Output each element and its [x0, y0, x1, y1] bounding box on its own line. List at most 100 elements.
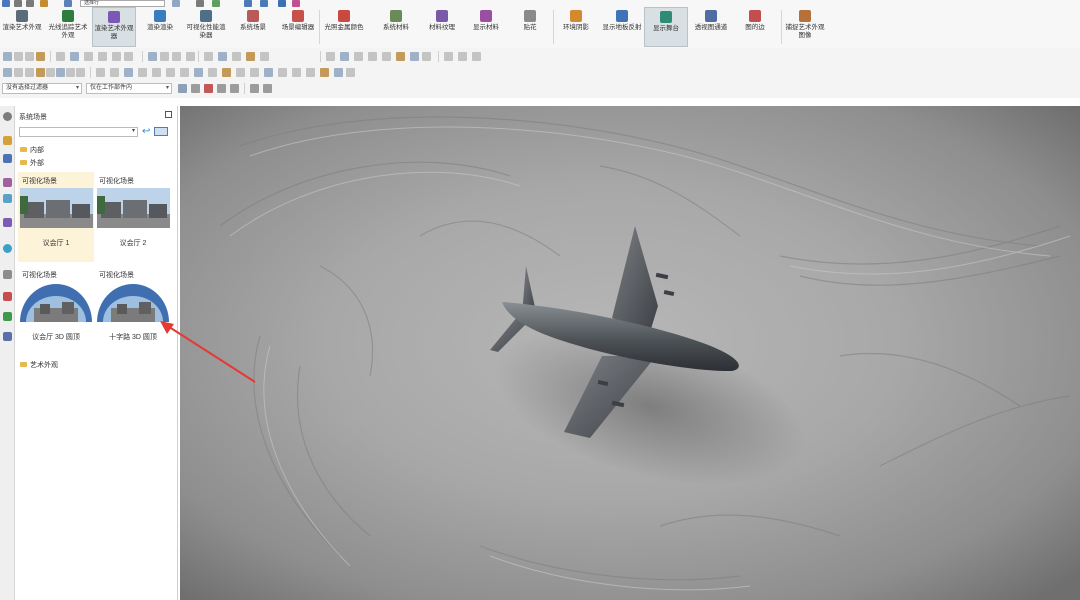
ribbon-button-7[interactable]: 光照金属颜色: [322, 7, 366, 47]
toolbar-tool-icon[interactable]: [410, 52, 419, 61]
toolbar-tool-icon[interactable]: [36, 52, 45, 61]
save-icon[interactable]: [2, 0, 10, 7]
ribbon-button-5[interactable]: 系统场景: [231, 7, 275, 47]
toolbar-tool-icon[interactable]: [56, 52, 65, 61]
toolbar-tool-icon[interactable]: [25, 52, 34, 61]
ribbon-button-8[interactable]: 系统材料: [374, 7, 418, 47]
toolbar-tool-icon[interactable]: [3, 68, 12, 77]
roles-icon[interactable]: [3, 312, 12, 321]
web-browser-icon[interactable]: [3, 244, 12, 253]
select-all-icon[interactable]: [191, 84, 200, 93]
toolbar-tool-icon[interactable]: [36, 68, 45, 77]
ribbon-button-17[interactable]: 捕捉艺术外观图像: [783, 7, 827, 47]
ribbon-button-16[interactable]: 图的边: [733, 7, 777, 47]
toolbar-tool-icon[interactable]: [422, 52, 431, 61]
command-search-field[interactable]: 选择行: [80, 0, 165, 7]
library-icon[interactable]: [3, 218, 12, 227]
toolbar-tool-icon[interactable]: [232, 52, 241, 61]
toolbar-tool-icon[interactable]: [218, 52, 227, 61]
folder-icon[interactable]: [40, 0, 48, 7]
toolbar-tool-icon[interactable]: [260, 52, 269, 61]
ribbon-button-11[interactable]: 贴花: [508, 7, 552, 47]
part-navigator-icon[interactable]: [3, 136, 12, 145]
tree-item-art[interactable]: 艺术外观: [20, 360, 58, 370]
toolbar-tool-icon[interactable]: [160, 52, 169, 61]
toolbar-tool-icon[interactable]: [340, 52, 349, 61]
toolbar-tool-icon[interactable]: [208, 68, 217, 77]
settings-icon[interactable]: [3, 112, 12, 121]
ribbon-button-12[interactable]: 环境阴影: [554, 7, 598, 47]
toolbar-tool-icon[interactable]: [382, 52, 391, 61]
scene-card[interactable]: 可视化场景 议会厅 1: [18, 172, 94, 262]
toolbar-tool-icon[interactable]: [292, 68, 301, 77]
palette-icon[interactable]: [3, 332, 12, 341]
layout-icon[interactable]: [260, 0, 268, 7]
toolbar-tool-icon[interactable]: [152, 68, 161, 77]
toolbar-tool-icon[interactable]: [354, 52, 363, 61]
toolbar-tool-icon[interactable]: [112, 52, 121, 61]
toolbar-tool-icon[interactable]: [264, 68, 273, 77]
grid-icon[interactable]: [172, 0, 180, 7]
selection-filter-dropdown[interactable]: 没有选择过滤器 ▾: [2, 83, 82, 94]
toolbar-tool-icon[interactable]: [25, 68, 34, 77]
globe-icon[interactable]: [212, 0, 220, 7]
toolbar-tool-icon[interactable]: [148, 52, 157, 61]
toolbar-tool-icon[interactable]: [444, 52, 453, 61]
undo-icon[interactable]: [14, 0, 22, 7]
panel-maximize-icon[interactable]: [165, 111, 172, 118]
toolbar-tool-icon[interactable]: [138, 68, 147, 77]
ribbon-button-13[interactable]: 显示地板反射: [600, 7, 644, 47]
ribbon-button-10[interactable]: 显示材料: [464, 7, 508, 47]
toolbar-tool-icon[interactable]: [172, 52, 181, 61]
process-icon[interactable]: [3, 270, 12, 279]
toolbar-tool-icon[interactable]: [110, 68, 119, 77]
ribbon-button-3[interactable]: 渲染渲染: [138, 7, 182, 47]
scene-card[interactable]: 可视化场景 议会厅 3D 圆顶: [18, 266, 94, 356]
display-icon[interactable]: [244, 0, 252, 7]
ribbon-button-9[interactable]: 材料纹理: [420, 7, 464, 47]
toolbar-tool-icon[interactable]: [306, 68, 315, 77]
scene-card[interactable]: 可视化场景 十字路 3D 圆顶: [95, 266, 171, 356]
back-arrow-icon[interactable]: ↩: [142, 126, 150, 137]
ribbon-button-4[interactable]: 可视化性能渲染器: [184, 7, 228, 47]
toolbar-tool-icon[interactable]: [96, 68, 105, 77]
toolbar-tool-icon[interactable]: [186, 52, 195, 61]
assembly-navigator-icon[interactable]: [3, 154, 12, 163]
toolbar-tool-icon[interactable]: [326, 52, 335, 61]
toolbar-tool-icon[interactable]: [346, 68, 355, 77]
toolbar-tool-icon[interactable]: [246, 52, 255, 61]
toolbar-tool-icon[interactable]: [3, 52, 12, 61]
toolbar-tool-icon[interactable]: [472, 52, 481, 61]
toolbar-tool-icon[interactable]: [194, 68, 203, 77]
toolbar-tool-icon[interactable]: [14, 68, 23, 77]
toolbar-tool-icon[interactable]: [70, 52, 79, 61]
toolbar-tool-icon[interactable]: [334, 68, 343, 77]
paint-icon[interactable]: [292, 0, 300, 7]
toolbar-tool-icon[interactable]: [124, 52, 133, 61]
tree-item-internal[interactable]: 内部: [20, 145, 44, 155]
toolbar-tool-icon[interactable]: [14, 52, 23, 61]
toolbar-tool-icon[interactable]: [166, 68, 175, 77]
deselect-icon[interactable]: [230, 84, 239, 93]
toolbar-tool-icon[interactable]: [98, 52, 107, 61]
filter-icon[interactable]: [178, 84, 187, 93]
toolbar-tool-icon[interactable]: [56, 68, 65, 77]
toolbar-tool-icon[interactable]: [180, 68, 189, 77]
redo-icon[interactable]: [26, 0, 34, 7]
view-mode-icon[interactable]: [154, 127, 168, 136]
ribbon-button-14[interactable]: 显示舞台: [644, 7, 688, 47]
toolbar-tool-icon[interactable]: [278, 68, 287, 77]
toolbar-tool-icon[interactable]: [250, 68, 259, 77]
toolbar-tool-icon[interactable]: [396, 52, 405, 61]
window-icon[interactable]: [196, 0, 204, 7]
tree-item-external[interactable]: 外部: [20, 158, 44, 168]
toolbar-tool-icon[interactable]: [320, 68, 329, 77]
toolbar-tool-icon[interactable]: [236, 68, 245, 77]
command-icon[interactable]: [64, 0, 72, 7]
snap-icon[interactable]: [250, 84, 259, 93]
ribbon-button-6[interactable]: 场景编辑器: [276, 7, 320, 47]
scene-card[interactable]: 可视化场景 议会厅 2: [95, 172, 171, 262]
cursor-icon[interactable]: [278, 0, 286, 7]
toolbar-tool-icon[interactable]: [46, 68, 55, 77]
ribbon-button-1[interactable]: 光线追踪艺术外观: [46, 7, 90, 47]
